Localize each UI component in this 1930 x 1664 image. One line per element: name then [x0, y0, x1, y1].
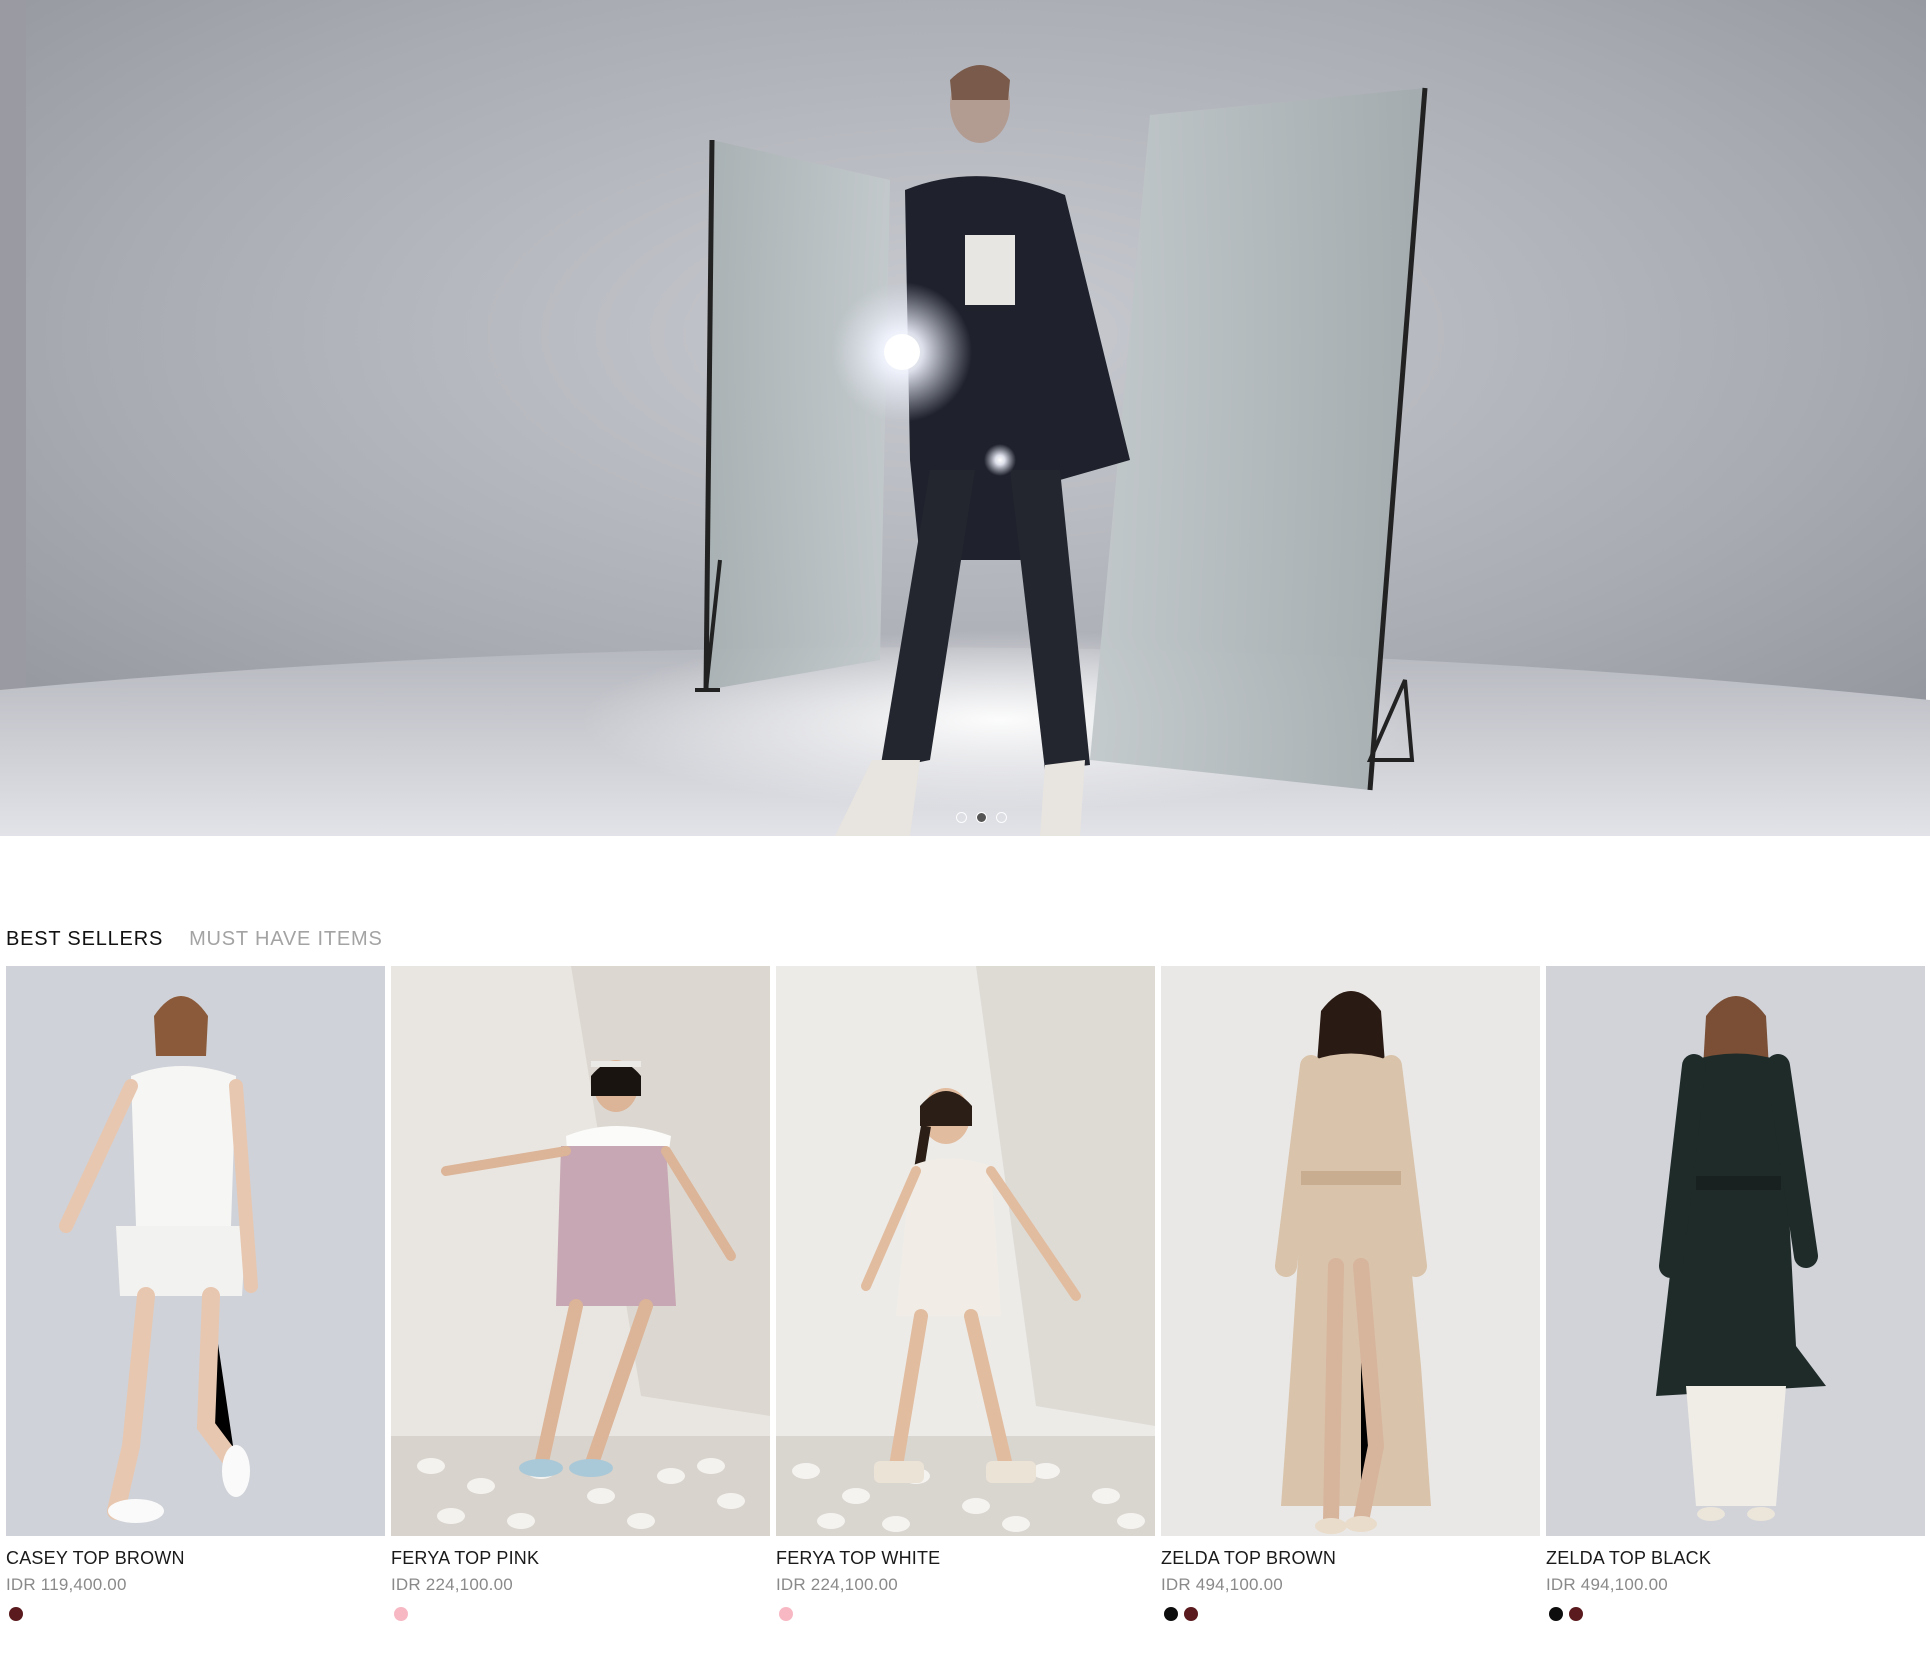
carousel-dot-2[interactable] [975, 812, 987, 823]
color-swatch[interactable] [9, 1607, 23, 1621]
product-name[interactable]: ZELDA TOP BLACK [1546, 1548, 1925, 1569]
product-price: IDR 224,100.00 [776, 1575, 898, 1594]
product-price: IDR 119,400.00 [6, 1575, 127, 1594]
product-price: IDR 494,100.00 [1161, 1575, 1283, 1594]
product-image[interactable] [776, 966, 1155, 1536]
color-swatch[interactable] [1184, 1607, 1198, 1621]
carousel-dots [0, 812, 1930, 823]
color-swatch[interactable] [394, 1607, 408, 1621]
hero-banner[interactable] [0, 0, 1930, 836]
product-name[interactable]: FERYA TOP WHITE [776, 1548, 1155, 1569]
product-tabs: BEST SELLERS MUST HAVE ITEMS [6, 928, 383, 951]
carousel-dot-3[interactable] [995, 812, 1007, 823]
product-image[interactable] [1546, 966, 1925, 1536]
product-card[interactable]: FERYA TOP PINK IDR 224,100.00 [391, 966, 770, 1621]
carousel-dot-1[interactable] [955, 812, 967, 823]
product-grid: CASEY TOP BROWN IDR 119,400.00 FERYA TOP… [6, 966, 1925, 1621]
product-name[interactable]: ZELDA TOP BROWN [1161, 1548, 1540, 1569]
color-swatches [391, 1607, 770, 1621]
tab-must-have-items[interactable]: MUST HAVE ITEMS [189, 928, 383, 951]
product-name[interactable]: CASEY TOP BROWN [6, 1548, 385, 1569]
product-image[interactable] [391, 966, 770, 1536]
color-swatch[interactable] [1164, 1607, 1178, 1621]
color-swatch[interactable] [1569, 1607, 1583, 1621]
tab-best-sellers[interactable]: BEST SELLERS [6, 928, 163, 951]
product-card[interactable]: ZELDA TOP BLACK IDR 494,100.00 [1546, 966, 1925, 1621]
product-name[interactable]: FERYA TOP PINK [391, 1548, 770, 1569]
color-swatches [1161, 1607, 1540, 1621]
product-image[interactable] [1161, 966, 1540, 1536]
hero-image [0, 0, 1930, 836]
color-swatches [776, 1607, 1155, 1621]
product-card[interactable]: ZELDA TOP BROWN IDR 494,100.00 [1161, 966, 1540, 1621]
product-price: IDR 494,100.00 [1546, 1575, 1668, 1594]
product-card[interactable]: FERYA TOP WHITE IDR 224,100.00 [776, 966, 1155, 1621]
color-swatches [1546, 1607, 1925, 1621]
color-swatches [6, 1607, 385, 1621]
product-price: IDR 224,100.00 [391, 1575, 513, 1594]
color-swatch[interactable] [779, 1607, 793, 1621]
color-swatch[interactable] [1549, 1607, 1563, 1621]
product-card[interactable]: CASEY TOP BROWN IDR 119,400.00 [6, 966, 385, 1621]
product-image[interactable] [6, 966, 385, 1536]
